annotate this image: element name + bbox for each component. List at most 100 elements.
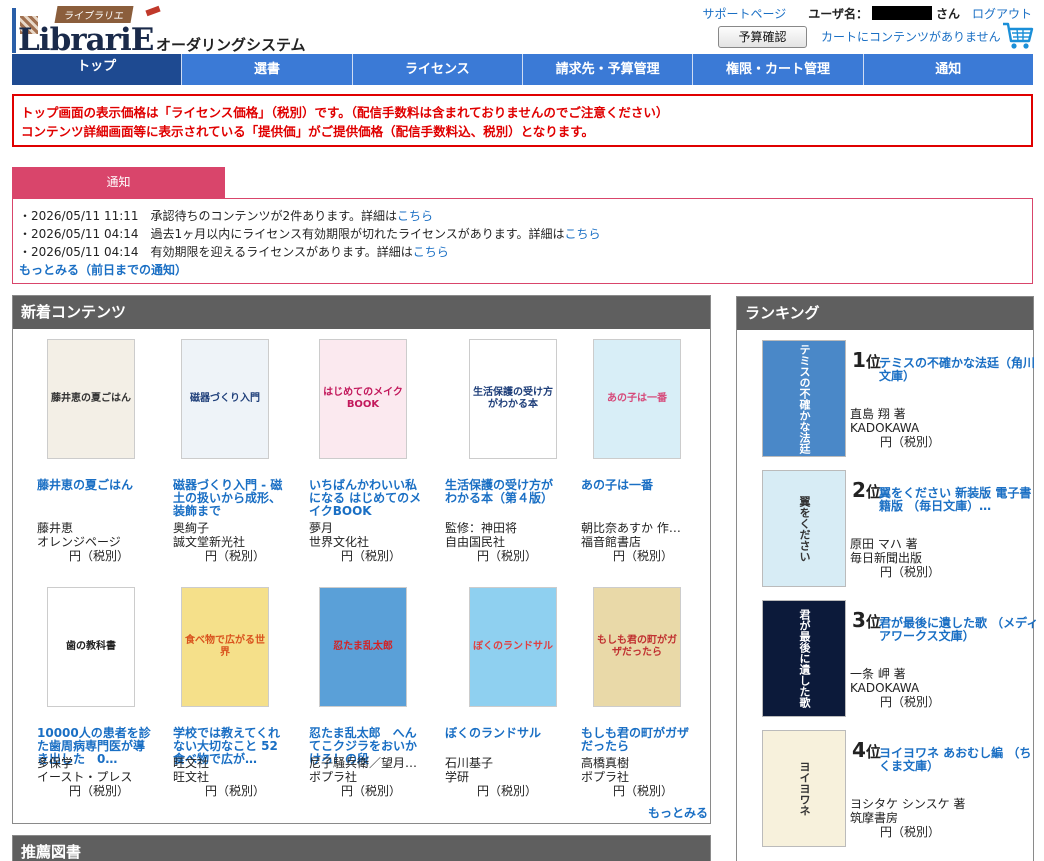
book-price: 円（税別）	[341, 784, 402, 798]
book-publisher: 福音館書店	[581, 536, 642, 549]
book-cover[interactable]: 生活保護の受け方がわかる本	[469, 339, 557, 459]
book-title-link[interactable]: ぼくのランドサル	[445, 727, 563, 740]
announcement-tab: 通知	[12, 167, 225, 198]
username-suffix: さん	[935, 6, 960, 21]
ranking-cover[interactable]: ヨイヨワネ	[762, 730, 846, 847]
book-cover-text: あの子は一番	[607, 393, 667, 404]
book-cover[interactable]: 歯の教科書	[47, 587, 135, 707]
book-title-link[interactable]: 生活保護の受け方がわかる本（第４版）	[445, 479, 563, 505]
book-publisher: 自由国民社	[445, 536, 506, 549]
book-author: 旺文社	[173, 757, 210, 770]
book-price: 円（税別）	[613, 549, 674, 563]
book-publisher: 世界文化社	[309, 536, 370, 549]
book-cover-text: ぼくのランドサル	[473, 641, 553, 652]
announcement-item: ・2026/05/11 04:14 有効期限を迎えるライセンスがあります。詳細は…	[19, 245, 449, 259]
logo-accent-bar	[12, 8, 16, 53]
logo-name: LibrariE	[18, 22, 154, 58]
book-price: 円（税別）	[69, 784, 130, 798]
book-price: 円（税別）	[477, 549, 538, 563]
book-title-link[interactable]: あの子は一番	[581, 479, 699, 492]
ranking-cover-text: 翼をください	[798, 495, 811, 562]
nav-notification[interactable]: 通知	[862, 54, 1033, 85]
main-nav: トップ 選書 ライセンス 請求先・予算管理 権限・カート管理 通知	[12, 54, 1033, 85]
new-contents-panel: 新着コンテンツ 藤井恵の夏ごはん 藤井恵の夏ごはん 藤井恵 オレンジページ 円（税別）磁…	[12, 295, 711, 824]
nav-billing-budget[interactable]: 請求先・予算管理	[521, 54, 692, 85]
cart-status-link[interactable]: カートにコンテンツがありません	[821, 28, 1001, 45]
ranking-number: 2位	[852, 478, 881, 502]
book-price: 円（税別）	[477, 784, 538, 798]
ranking-title-link[interactable]: テミスの不確かな法廷（角川文庫）	[879, 357, 1039, 383]
book-publisher: イースト・プレス	[37, 771, 133, 784]
ranking-publisher: 毎日新聞出版	[850, 551, 923, 565]
book-price: 円（税別）	[613, 784, 674, 798]
book-title-link[interactable]: もしも君の町がガザだったら	[581, 727, 699, 753]
new-contents-more-link[interactable]: もっとみる	[648, 804, 708, 821]
book-cover-text: 磁器づくり入門	[190, 393, 260, 404]
ranking-number: 3位	[852, 608, 881, 632]
ranking-cover[interactable]: 君が最後に遺した歌	[762, 600, 846, 717]
book-title-link[interactable]: 磁器づくり入門 - 磁土の扱いから成形、装飾まで	[173, 479, 291, 518]
logout-link[interactable]: ログアウト	[972, 5, 1032, 22]
top-links: サポートページ ユーザ名： さん ログアウト	[702, 5, 1032, 21]
announcement-detail-link[interactable]: こちら	[397, 209, 433, 223]
ranking-cover-text: テミスの不確かな法廷	[798, 343, 811, 454]
cart-icon[interactable]	[1002, 21, 1034, 51]
ranking-cover[interactable]: テミスの不確かな法廷	[762, 340, 846, 457]
book-cover-text: 藤井恵の夏ごはん	[51, 393, 131, 404]
ranking-title-link[interactable]: 翼をください 新装版 電子書籍版 （毎日文庫）…	[879, 487, 1039, 513]
book-author: 藤井恵	[37, 522, 74, 535]
book-author: 監修：神田将	[445, 522, 518, 535]
announcement-list: ・2026/05/11 11:11 承認待ちのコンテンツが2件あります。詳細はこ…	[12, 198, 1033, 284]
book-author: 奥絢子	[173, 522, 210, 535]
book-publisher: オレンジページ	[37, 536, 121, 549]
book-author: 高橋真樹	[581, 757, 630, 770]
nav-book-selection[interactable]: 選書	[181, 54, 351, 85]
price-notice-line1: トップ画面の表示価格は「ライセンス価格」（税別）です。（配信手数料は含まれており…	[21, 105, 669, 120]
support-page-link[interactable]: サポートページ	[702, 5, 786, 22]
ranking-number: 1位	[852, 348, 881, 372]
new-contents-title: 新着コンテンツ	[13, 296, 710, 329]
librarie-logo[interactable]: ライブラリエ LibrariE オーダリングシステム	[18, 5, 348, 58]
book-cover[interactable]: あの子は一番	[593, 339, 681, 459]
book-publisher: 誠文堂新光社	[173, 536, 246, 549]
book-publisher: ポプラ社	[581, 771, 630, 784]
ranking-author: 原田 マハ 著	[850, 537, 918, 551]
book-cover-text: はじめてのメイクBOOK	[323, 387, 403, 410]
nav-license[interactable]: ライセンス	[351, 54, 522, 85]
announcement-item: ・2026/05/11 11:11 承認待ちのコンテンツが2件あります。詳細はこ…	[19, 209, 434, 223]
book-author: 尼子騒兵衛／望月…	[309, 757, 418, 770]
book-cover[interactable]: 磁器づくり入門	[181, 339, 269, 459]
ranking-title-link[interactable]: ヨイヨワネ あおむし編 （ちくま文庫）	[879, 747, 1039, 773]
ranking-title-link[interactable]: 君が最後に遺した歌 （メディアワークス文庫）	[879, 617, 1039, 643]
book-cover-text: 忍たま乱太郎	[333, 641, 393, 652]
ranking-publisher: KADOKAWA	[850, 421, 920, 435]
book-cover[interactable]: 忍たま乱太郎	[319, 587, 407, 707]
announcement-more-link[interactable]: もっとみる（前日までの通知）	[19, 263, 187, 277]
book-author: 夢月	[309, 522, 334, 535]
book-cover-text: 生活保護の受け方がわかる本	[473, 387, 553, 410]
nav-permission-cart[interactable]: 権限・カート管理	[692, 54, 862, 85]
ranking-cover-text: 君が最後に遺した歌	[798, 609, 811, 708]
book-cover-text: もしも君の町がガザだったら	[597, 635, 677, 658]
book-title-link[interactable]: いちばんかわいい私になる はじめてのメイクBOOK	[309, 479, 427, 518]
announcement-detail-link[interactable]: こちら	[565, 227, 601, 241]
ranking-cover[interactable]: 翼をください	[762, 470, 846, 587]
book-cover-text: 歯の教科書	[66, 641, 116, 652]
ranking-price: 円（税別）	[880, 695, 941, 709]
book-author: 多保学	[37, 757, 74, 770]
nav-top[interactable]: トップ	[12, 54, 182, 85]
book-price: 円（税別）	[205, 549, 266, 563]
ranking-cover-text: ヨイヨワネ	[798, 761, 811, 816]
book-cover[interactable]: はじめてのメイクBOOK	[319, 339, 407, 459]
book-cover[interactable]: もしも君の町がガザだったら	[593, 587, 681, 707]
ranking-author: ヨシタケ シンスケ 著	[850, 797, 966, 811]
ranking-number: 4位	[852, 738, 881, 762]
book-title-link[interactable]: 藤井恵の夏ごはん	[37, 479, 155, 492]
book-cover[interactable]: 藤井恵の夏ごはん	[47, 339, 135, 459]
budget-check-button[interactable]: 予算確認	[718, 26, 807, 48]
book-cover[interactable]: 食べ物で広がる世界	[181, 587, 269, 707]
book-publisher: 旺文社	[173, 771, 210, 784]
book-cover[interactable]: ぼくのランドサル	[469, 587, 557, 707]
announcement-detail-link[interactable]: こちら	[413, 245, 449, 259]
book-author: 朝比奈あすか 作…	[581, 522, 681, 535]
